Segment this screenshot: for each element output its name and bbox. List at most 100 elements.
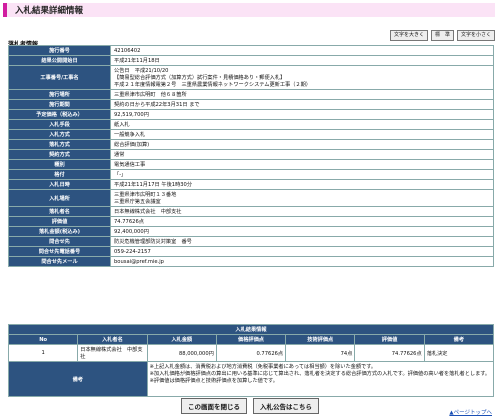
info-value: 電気通信工事 xyxy=(110,159,494,170)
info-label: 工事番号/工事名 xyxy=(8,65,111,90)
info-value-line: 74.77626点 xyxy=(114,219,144,225)
cell-no: 1 xyxy=(7,344,79,362)
info-value: bousai@pref.mie.jp xyxy=(110,256,494,267)
info-value-line: 総合評価(加算) xyxy=(114,142,150,148)
info-row: 予定価格（税込み） 92,519,700円 xyxy=(8,109,494,120)
info-value-line: 一般競争入札 xyxy=(114,132,146,138)
remarks-label: 備考 xyxy=(8,361,148,397)
remarks-text: ※上記入札金額は、消費税および地方消費税（免税事業者にあっては相当額）を除いた金… xyxy=(146,361,495,397)
info-value: 059-224-2157 xyxy=(110,246,494,257)
page-title-bar: 入札結果詳細情報 xyxy=(3,3,495,17)
info-value: 総合評価(加算) xyxy=(110,139,494,150)
font-small-button[interactable]: 文字を小さく xyxy=(456,30,495,41)
info-row: 種別 電気通信工事 xyxy=(8,159,494,170)
info-row: 入札日時 平成21年11月17日 午後1時30分 xyxy=(8,179,494,190)
info-row: 落札方式 総合評価(加算) xyxy=(8,139,494,150)
info-value-line: 三重県津市広明町１３番地 xyxy=(114,192,177,198)
info-label: 落札方式 xyxy=(8,139,111,150)
info-value: 紙入札 xyxy=(110,119,494,130)
info-row: 契約方式 通常 xyxy=(8,149,494,160)
info-value: 平成21年11月17日 午後1時30分 xyxy=(110,179,494,190)
info-label: 施行場所 xyxy=(8,89,111,100)
info-value: 防災危機管理部防災対策室 番号 xyxy=(110,236,494,247)
col-name: 入札者名 xyxy=(77,334,148,345)
info-label: 問合せ先 xyxy=(8,236,111,247)
info-value: 42106402 xyxy=(110,45,494,56)
info-label: 種別 xyxy=(8,159,111,170)
table-row: 1 日本無線株式会社 中部支社 88,000,000円 0.77626点 74点… xyxy=(7,344,495,362)
font-size-controls: 文字を大きく 標 準 文字を小さく xyxy=(389,30,495,41)
info-label: 落札金額(税込み) xyxy=(8,226,111,237)
remark-line: ※加入札価格が価格評価点の算出に用いる基準に応じて算出され、落札者を決定する総合… xyxy=(149,371,491,377)
info-value-line: 92,519,700円 xyxy=(114,112,149,118)
info-label: 施行期間 xyxy=(8,99,111,110)
cell-name: 日本無線株式会社 中部支社 xyxy=(77,344,148,362)
info-label: 予定価格（税込み） xyxy=(8,109,111,120)
info-value-line: bousai@pref.mie.jp xyxy=(114,258,164,265)
info-row: 落札金額(税込み) 92,400,000円 xyxy=(8,226,494,237)
info-row: 工事番号/工事名 公告日 平成21/10/20 【簡易型総合評価方式（加算方式）試行… xyxy=(8,65,494,90)
info-row: 結果公開開始日 平成21年11月18日 xyxy=(8,55,494,66)
info-value-line: 92,400,000円 xyxy=(114,229,149,235)
info-value: 日本無線株式会社 中部支社 xyxy=(110,206,494,217)
cell-note: 落札決定 xyxy=(423,344,495,362)
col-value: 評価値 xyxy=(354,334,425,345)
cell-price-score: 0.77626点 xyxy=(215,344,287,362)
info-row: 施行場所 三重県津市広明町 他６８箇所 xyxy=(8,89,494,100)
font-standard-button[interactable]: 標 準 xyxy=(430,30,454,41)
col-no: No xyxy=(7,334,79,345)
info-value: 公告日 平成21/10/20 【簡易型総合評価方式（加算方式）試行案件・見積価格あ… xyxy=(110,65,494,90)
info-row: 格付 「-」 xyxy=(8,169,494,180)
info-value-line: 【簡易型総合評価方式（加算方式）試行案件・見積価格あり・郵便入札】 xyxy=(114,75,286,81)
info-value: 契約の日から平成22年3月31日 まで xyxy=(110,99,494,110)
info-value-line: 42106402 xyxy=(114,47,141,54)
info-label: 問合せ先電話番号 xyxy=(8,246,111,257)
cell-amount: 88,000,000円 xyxy=(146,344,217,362)
info-value: 三重県津市広明町 他６８箇所 xyxy=(110,89,494,100)
col-note: 備考 xyxy=(423,334,495,345)
bottom-buttons: この画面を閉じる 入札公告はこちら xyxy=(0,398,500,414)
info-row: 問合せ先電話番号 059-224-2157 xyxy=(8,246,494,257)
bid-info-table: 施行番号 42106402 結果公開開始日 平成21年11月18日 工事番号/工事名 公告… xyxy=(8,45,494,267)
info-value-line: 「-」 xyxy=(114,172,127,178)
remark-line: ※評価値は価格評価点と技術評価点を加算した値です。 xyxy=(149,378,278,384)
info-row: 問合せ先メール bousai@pref.mie.jp xyxy=(8,256,494,267)
info-value: 平成21年11月18日 xyxy=(110,55,494,66)
info-row: 落札者名 日本無線株式会社 中部支社 xyxy=(8,206,494,217)
info-row: 入札方式 一般競争入札 xyxy=(8,129,494,140)
info-value-line: 平成21年11月17日 午後1時30分 xyxy=(114,182,193,188)
info-value-line: 平成21年11月18日 xyxy=(114,58,160,64)
info-value-line: 日本無線株式会社 中部支社 xyxy=(114,209,182,215)
info-value: 74.77626点 xyxy=(110,216,494,227)
info-label: 入札場所 xyxy=(8,189,111,207)
page-title: 入札結果詳細情報 xyxy=(15,6,84,16)
info-value-line: 電気通信工事 xyxy=(114,162,146,168)
info-row: 問合せ先 防災危機管理部防災対策室 番号 xyxy=(8,236,494,247)
bid-result-table: 入札結果情報 No 入札者名 入札金額 価格評価点 技術評価点 評価値 備考 1… xyxy=(7,324,495,397)
info-label: 入札方式 xyxy=(8,129,111,140)
result-table-header: 入札結果情報 xyxy=(8,324,494,335)
info-value-line: 三重県津市広明町 他６８箇所 xyxy=(114,92,187,98)
info-label: 契約方式 xyxy=(8,149,111,160)
info-label: 落札者名 xyxy=(8,206,111,217)
info-label: 結果公開開始日 xyxy=(8,55,111,66)
info-value-line: 紙入札 xyxy=(114,122,130,128)
bid-notice-button[interactable]: 入札公告はこちら xyxy=(253,398,319,414)
bid-result-section: 入札結果情報 No 入札者名 入札金額 価格評価点 技術評価点 評価値 備考 1… xyxy=(7,324,495,397)
info-label: 入札手段 xyxy=(8,119,111,130)
page-top-link[interactable]: ▲ページトップへ xyxy=(449,408,492,416)
info-value-line: 059-224-2157 xyxy=(114,248,151,255)
info-row: 評価値 74.77626点 xyxy=(8,216,494,227)
info-row: 入札場所 三重県津市広明町１３番地 三重県庁第五会議室 xyxy=(8,189,494,207)
info-label: 評価値 xyxy=(8,216,111,227)
info-row: 施行番号 42106402 xyxy=(8,45,494,56)
info-value: 一般競争入札 xyxy=(110,129,494,140)
info-value: 三重県津市広明町１３番地 三重県庁第五会議室 xyxy=(110,189,494,207)
info-label: 問合せ先メール xyxy=(8,256,111,267)
info-label: 施行番号 xyxy=(8,45,111,56)
font-large-button[interactable]: 文字を大きく xyxy=(389,30,428,41)
close-window-button[interactable]: この画面を閉じる xyxy=(181,398,247,414)
info-value-line: 契約の日から平成22年3月31日 まで xyxy=(114,102,200,108)
info-value: 「-」 xyxy=(110,169,494,180)
info-value-line: 平成２１年度情報電第２号 三重県農業情報ネットワークシステム更新工事（２期） xyxy=(114,82,311,88)
